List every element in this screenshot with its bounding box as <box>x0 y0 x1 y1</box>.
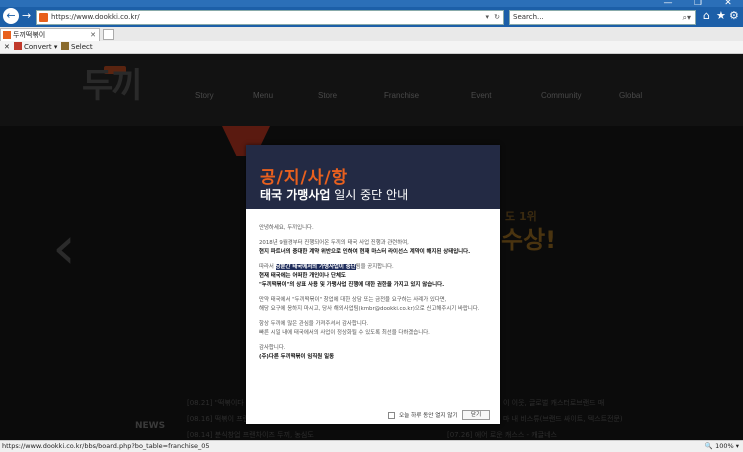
notice-highlight: 당분간 태국에서의 가맹사업이 중단 <box>275 264 356 270</box>
nav-franchise[interactable]: Franchise <box>384 91 419 100</box>
command-bar <box>0 41 743 54</box>
modal-subtitle: 태국 가맹사업 일시 중단 안내 <box>260 186 408 203</box>
tab-dookki[interactable]: 두끼떡볶이 ✕ <box>0 28 100 41</box>
modal-footer: 오늘 하루 동안 열지 않기 닫기 <box>246 409 500 424</box>
tab-favicon-icon <box>3 31 11 39</box>
minimize-button[interactable]: — <box>653 0 683 8</box>
modal-title: 공/지/사/항 <box>260 168 349 188</box>
nav-event[interactable]: Event <box>471 91 491 100</box>
notice-line: 항상 두끼에 많은 관심을 가져주셔서 감사합니다. <box>259 321 369 327</box>
zoom-control[interactable]: 🔍 100% ▾ <box>705 441 739 452</box>
news-item[interactable]: 마 내 비스튜(브랜드 싸이트, 텍스트전문) <box>503 414 623 424</box>
restore-button[interactable]: ❐ <box>683 0 713 8</box>
favorites-star-icon[interactable]: ★ <box>716 9 726 23</box>
notice-line: 2018년 9월경부터 진행되어온 두끼의 태국 사업 진행과 관련하여, <box>259 240 409 246</box>
select-icon <box>61 42 69 50</box>
site-logo[interactable]: 두끼 <box>82 64 143 108</box>
subtitle-rest: 일시 중단 안내 <box>330 188 409 202</box>
nav-community[interactable]: Community <box>541 91 581 100</box>
notice-text: 따라서 <box>259 264 276 270</box>
forward-icon[interactable]: → <box>22 9 31 23</box>
refresh-icon[interactable]: ↻ <box>494 11 500 24</box>
notice-line: 감사합니다. <box>259 345 286 351</box>
notice-modal: 공/지/사/항 태국 가맹사업 일시 중단 안내 안녕하세요, 두끼입니다. 2… <box>246 145 500 424</box>
notice-line: 만약 태국에서 "두끼떡볶이" 창업에 대한 상담 또는 금전을 요구하는 사례… <box>259 297 447 303</box>
address-url: https://www.dookki.co.kr/ <box>51 13 140 21</box>
nav-story[interactable]: Story <box>195 91 214 100</box>
nav-store[interactable]: Store <box>318 91 337 100</box>
toolbar-close-icon[interactable]: ✕ <box>4 42 10 53</box>
tab-title: 두끼떡볶이 <box>13 31 46 39</box>
notice-greeting: 안녕하세요, 두끼입니다. <box>259 225 314 231</box>
notice-line: "두끼떡볶이"의 상표 사용 및 가맹사업 진행에 대한 권한을 가지고 있지 … <box>259 282 445 288</box>
back-icon[interactable]: ← <box>3 8 19 24</box>
pdf-convert-icon <box>14 42 22 50</box>
notice-line: 현지 파트너의 중대한 계약 위반으로 인하여 현재 마스터 라이선스 계약이 … <box>259 249 471 255</box>
modal-body: 안녕하세요, 두끼입니다. 2018년 9월경부터 진행되어온 두끼의 태국 사… <box>259 224 494 362</box>
nav-menu[interactable]: Menu <box>253 91 273 100</box>
title-bar <box>0 0 743 7</box>
search-input[interactable]: Search... ⌕▾ <box>509 10 696 25</box>
news-item[interactable]: [08.21] "떡볶이다 <box>187 398 244 408</box>
news-label: NEWS <box>135 421 166 431</box>
convert-label: Convert <box>24 43 52 51</box>
notice-line: 빠른 시일 내에 태국에서의 사업이 정상화될 수 있도록 최선을 다하겠습니다… <box>259 330 430 336</box>
news-item[interactable]: [08.14] 분식창업 프랜차이즈 두끼, 농심도 <box>187 430 314 440</box>
modal-close-button[interactable]: 닫기 <box>462 410 490 420</box>
notice-line: 해당 요구에 응하지 마시고, 당사 해외사업팀(kmbr@dookki.co.… <box>259 306 480 312</box>
close-window-button[interactable]: ✕ <box>713 0 743 8</box>
settings-gear-icon[interactable]: ⚙ <box>729 9 739 23</box>
notice-text: 됨을 공지합니다. <box>355 264 394 270</box>
search-icon[interactable]: ⌕▾ <box>683 11 692 24</box>
modal-header: 공/지/사/항 태국 가맹사업 일시 중단 안내 <box>246 145 500 209</box>
new-tab-button[interactable] <box>103 29 114 40</box>
tab-close-icon[interactable]: ✕ <box>90 29 96 41</box>
home-icon[interactable]: ⌂ <box>703 9 710 23</box>
site-favicon-icon <box>39 13 48 22</box>
select-label: Select <box>71 43 93 51</box>
news-item[interactable]: [08.16] 떡볶이 프랜 <box>187 414 249 424</box>
dropdown-icon[interactable]: ▾ <box>485 11 489 24</box>
zoom-level: 100% <box>715 442 734 450</box>
news-item[interactable]: [07.26] 에어 로운 캐스스 - 캐글네스 <box>447 430 557 440</box>
dont-show-today-label[interactable]: 오늘 하루 동안 열지 않기 <box>399 411 458 419</box>
subtitle-bold: 태국 가맹사업 <box>260 188 331 202</box>
hero-text-big: 수상! <box>501 226 557 254</box>
dont-show-today-checkbox[interactable] <box>388 412 395 419</box>
news-item[interactable]: 이 이웃, 글로벌 캐스터로브랜드 매 <box>503 398 604 408</box>
site-header: 두끼 Story Menu Store Franchise Event Comm… <box>0 54 743 126</box>
notice-signature: (주)다른 두끼떡볶이 임직원 일동 <box>259 354 335 360</box>
carousel-prev-icon[interactable]: ‹ <box>52 218 76 278</box>
convert-button[interactable]: Convert ▾ <box>14 42 57 53</box>
status-bar: https://www.dookki.co.kr/bbs/board.php?b… <box>0 440 743 452</box>
nav-global[interactable]: Global <box>619 91 642 100</box>
status-url: https://www.dookki.co.kr/bbs/board.php?b… <box>2 442 210 450</box>
notice-line: 현재 태국에는 어떠한 개인이나 단체도 <box>259 273 346 279</box>
notice-line: 따라서 당분간 태국에서의 가맹사업이 중단됨을 공지합니다. <box>259 263 494 272</box>
search-placeholder: Search... <box>513 13 544 21</box>
select-button[interactable]: Select <box>61 42 93 53</box>
address-bar[interactable]: https://www.dookki.co.kr/ ▾ ↻ <box>36 10 504 25</box>
